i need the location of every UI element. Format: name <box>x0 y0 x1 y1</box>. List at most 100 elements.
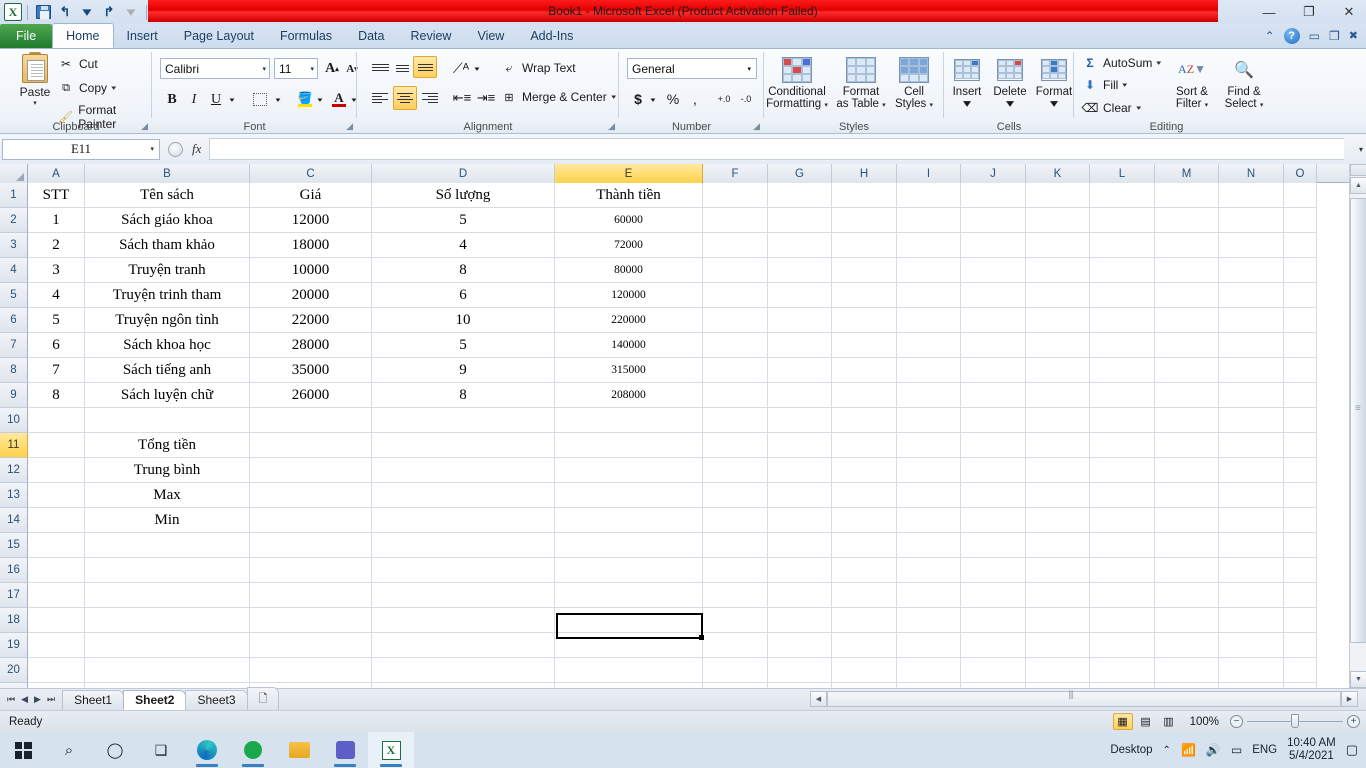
cell-G14[interactable] <box>768 508 832 533</box>
row-header-16[interactable]: 16 <box>0 558 28 583</box>
cell-L17[interactable] <box>1090 583 1155 608</box>
cell-D19[interactable] <box>372 633 555 658</box>
align-bottom-button[interactable] <box>413 56 437 78</box>
cell-A13[interactable] <box>28 483 85 508</box>
cell-I11[interactable] <box>897 433 961 458</box>
cell-A14[interactable] <box>28 508 85 533</box>
cell-O15[interactable] <box>1284 533 1317 558</box>
row-header-18[interactable]: 18 <box>0 608 28 633</box>
cell-C20[interactable] <box>250 658 372 683</box>
cell-F19[interactable] <box>703 633 768 658</box>
cell-I8[interactable] <box>897 358 961 383</box>
row-header-4[interactable]: 4 <box>0 258 28 283</box>
cell-L3[interactable] <box>1090 233 1155 258</box>
cell-D12[interactable] <box>372 458 555 483</box>
zoom-slider[interactable]: − + <box>1230 714 1360 728</box>
cell-H8[interactable] <box>832 358 897 383</box>
doc-minimize-icon[interactable]: ▭ <box>1309 29 1320 43</box>
font-name-input[interactable]: Calibri ▾ <box>160 58 270 79</box>
sort-filter-dropdown-icon[interactable]: ▾ <box>1205 102 1209 109</box>
cell-M12[interactable] <box>1155 458 1219 483</box>
cell-E14[interactable] <box>555 508 703 533</box>
row-header-17[interactable]: 17 <box>0 583 28 608</box>
cell-H11[interactable] <box>832 433 897 458</box>
italic-button[interactable]: I <box>184 89 204 110</box>
cell-C1[interactable]: Giá <box>250 183 372 208</box>
cell-D18[interactable] <box>372 608 555 633</box>
clock[interactable]: 10:40 AM 5/4/2021 <box>1287 737 1336 763</box>
cell-F16[interactable] <box>703 558 768 583</box>
cell-D9[interactable]: 8 <box>372 383 555 408</box>
scroll-right-button[interactable]: ▶ <box>1341 691 1358 707</box>
cell-K19[interactable] <box>1026 633 1090 658</box>
vertical-scroll-thumb[interactable] <box>1350 198 1366 643</box>
cell-B1[interactable]: Tên sách <box>85 183 250 208</box>
find-select-button[interactable]: 🔍 Find & Select ▾ <box>1218 53 1270 112</box>
cell-H18[interactable] <box>832 608 897 633</box>
cell-A2[interactable]: 1 <box>28 208 85 233</box>
cell-G16[interactable] <box>768 558 832 583</box>
cell-N18[interactable] <box>1219 608 1284 633</box>
cell-D14[interactable] <box>372 508 555 533</box>
cell-B11[interactable]: Tổng tiền <box>85 433 250 458</box>
cell-E10[interactable] <box>555 408 703 433</box>
cell-B19[interactable] <box>85 633 250 658</box>
cell-F7[interactable] <box>703 333 768 358</box>
cell-C14[interactable] <box>250 508 372 533</box>
cell-F4[interactable] <box>703 258 768 283</box>
horizontal-scroll-track[interactable] <box>827 690 1341 707</box>
cell-N4[interactable] <box>1219 258 1284 283</box>
cell-N6[interactable] <box>1219 308 1284 333</box>
column-header-O[interactable]: O <box>1284 164 1317 183</box>
cell-H19[interactable] <box>832 633 897 658</box>
cell-A18[interactable] <box>28 608 85 633</box>
cell-M17[interactable] <box>1155 583 1219 608</box>
row-header-13[interactable]: 13 <box>0 483 28 508</box>
insert-function-icon[interactable]: fx <box>192 141 201 157</box>
cell-N8[interactable] <box>1219 358 1284 383</box>
zoom-knob[interactable] <box>1291 714 1299 728</box>
cell-A3[interactable]: 2 <box>28 233 85 258</box>
cell-M9[interactable] <box>1155 383 1219 408</box>
grow-font-button[interactable]: A ▴ <box>322 58 342 79</box>
paste-dropdown-icon[interactable]: ▾ <box>8 99 62 107</box>
column-header-H[interactable]: H <box>832 164 897 183</box>
cell-J18[interactable] <box>961 608 1026 633</box>
cell-D10[interactable] <box>372 408 555 433</box>
copy-dropdown-icon[interactable]: ▾ <box>111 84 116 92</box>
cell-J20[interactable] <box>961 658 1026 683</box>
search-button[interactable]: ⌕ <box>46 732 92 768</box>
cell-F13[interactable] <box>703 483 768 508</box>
cf-dropdown-icon[interactable]: ▾ <box>824 102 828 109</box>
cell-K5[interactable] <box>1026 283 1090 308</box>
tray-overflow-icon[interactable]: ⌃ <box>1163 745 1171 756</box>
cell-B14[interactable]: Min <box>85 508 250 533</box>
fill-dropdown-icon[interactable]: ▾ <box>1123 81 1128 89</box>
cell-I9[interactable] <box>897 383 961 408</box>
row-header-11[interactable]: 11 <box>0 433 28 458</box>
cell-F3[interactable] <box>703 233 768 258</box>
alignment-dialog-launcher-icon[interactable]: ◢ <box>608 121 615 132</box>
redo-button[interactable]: ↱ <box>99 2 119 22</box>
doc-restore-icon[interactable]: ❐ <box>1329 29 1340 43</box>
copy-button[interactable]: ⧉ Copy ▾ <box>58 80 116 96</box>
undo-button[interactable]: ↰ <box>55 2 75 22</box>
decrease-indent-button[interactable]: ⇤≡ <box>451 87 473 109</box>
cell-K13[interactable] <box>1026 483 1090 508</box>
zoom-level-label[interactable]: 100% <box>1182 716 1227 728</box>
bold-button[interactable]: B <box>162 89 182 110</box>
find-select-dropdown-icon[interactable]: ▾ <box>1260 102 1264 109</box>
volume-icon[interactable]: 🔊 <box>1206 743 1221 757</box>
cell-N17[interactable] <box>1219 583 1284 608</box>
cell-L16[interactable] <box>1090 558 1155 583</box>
cell-O6[interactable] <box>1284 308 1317 333</box>
cell-K1[interactable] <box>1026 183 1090 208</box>
cortana-button[interactable]: ◯ <box>92 732 138 768</box>
cell-D11[interactable] <box>372 433 555 458</box>
cell-C10[interactable] <box>250 408 372 433</box>
cell-L12[interactable] <box>1090 458 1155 483</box>
cell-O19[interactable] <box>1284 633 1317 658</box>
cell-G8[interactable] <box>768 358 832 383</box>
font-size-dropdown-icon[interactable]: ▾ <box>310 65 314 73</box>
cell-H10[interactable] <box>832 408 897 433</box>
